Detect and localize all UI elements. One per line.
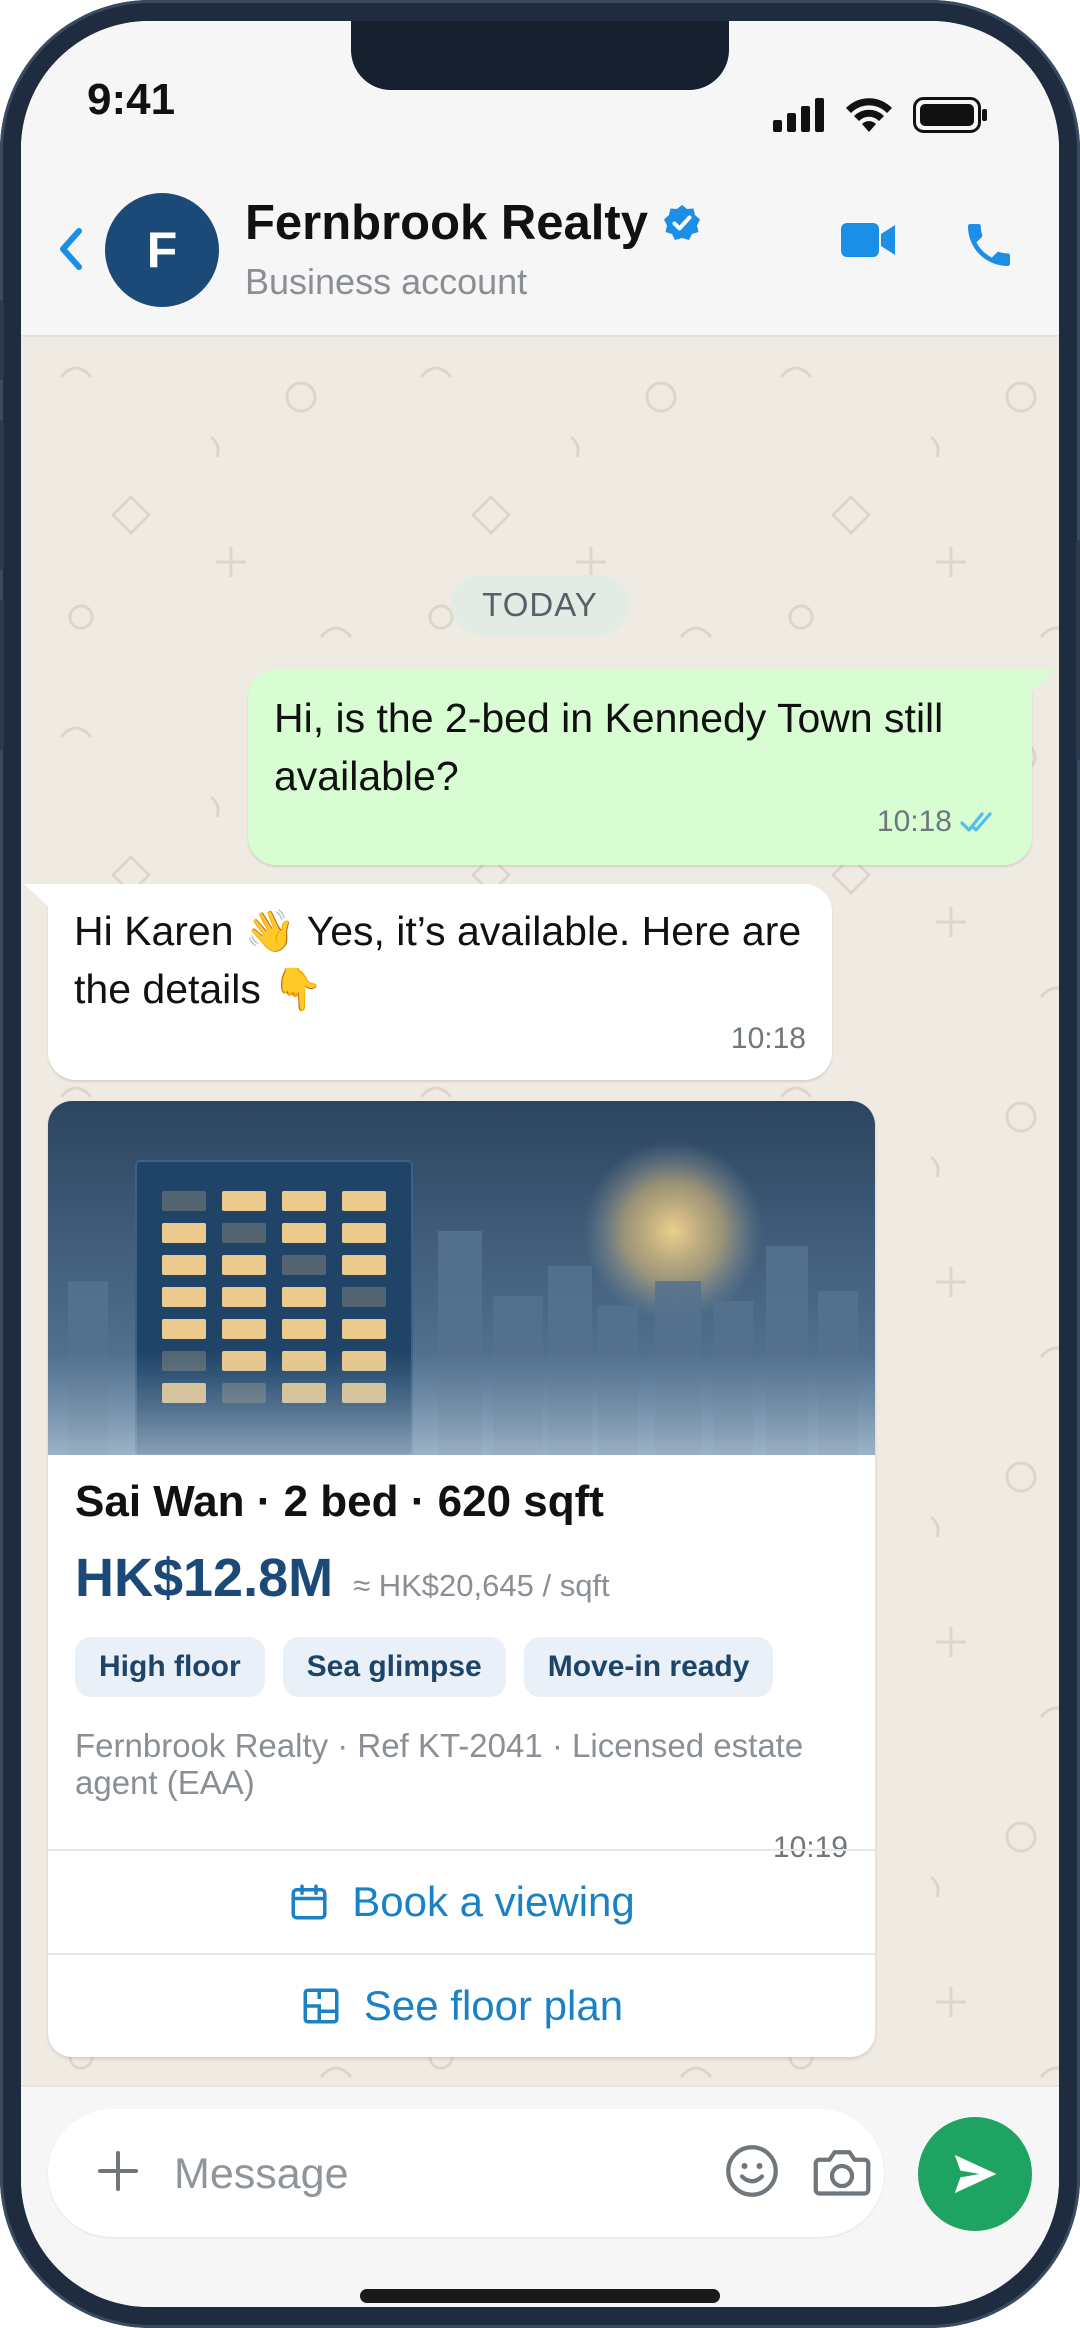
camera-icon[interactable]	[812, 2143, 872, 2199]
message-time: 10:18	[730, 1022, 806, 1055]
power-button	[1076, 540, 1080, 760]
screen: 9:41 F Fernbrook Realty Business account…	[21, 21, 1059, 2307]
listing-title: Sai Wan · 2 bed · 620 sqft	[75, 1477, 604, 1526]
outgoing-message-bubble[interactable]: Hi, is the 2-bed in Kennedy Town still a…	[248, 669, 1056, 865]
contact-name-row[interactable]: Fernbrook Realty	[245, 195, 702, 251]
listing-photo[interactable]	[48, 1101, 875, 1455]
notch	[351, 21, 729, 90]
phone-frame: 9:41 F Fernbrook Realty Business account…	[0, 0, 1080, 2328]
video-call-icon[interactable]	[841, 221, 897, 259]
listing-card[interactable]: Sai Wan · 2 bed · 620 sqft HK$12.8M ≈ HK…	[48, 1101, 875, 2057]
listing-tags: High floor Sea glimpse Move-in ready	[75, 1637, 774, 1697]
price-per-sqft: ≈ HK$20,645 / sqft	[353, 1568, 610, 1603]
listing-price: HK$12.8M	[75, 1548, 334, 1608]
wifi-icon	[846, 98, 892, 132]
plus-icon[interactable]	[92, 2145, 144, 2197]
volume-up-button	[0, 420, 4, 570]
bubble-tail	[24, 884, 50, 908]
battery-icon	[913, 97, 987, 133]
status-time: 9:41	[87, 75, 176, 124]
message-meta: 10:18	[877, 805, 998, 839]
tag-chip: Move-in ready	[523, 1637, 774, 1697]
send-button[interactable]	[918, 2117, 1032, 2231]
see-floor-plan-label: See floor plan	[363, 1982, 624, 2029]
incoming-message-bubble[interactable]: Hi Karen 👋 Yes, it’s available. Here are…	[24, 884, 832, 1080]
message-time: 10:18	[876, 805, 952, 838]
tag-chip: High floor	[75, 1637, 265, 1697]
contact-name: Fernbrook Realty	[245, 196, 648, 250]
avatar[interactable]: F	[105, 193, 219, 307]
see-floor-plan-button[interactable]: See floor plan	[48, 1953, 875, 2057]
floor-plan-icon	[303, 1988, 339, 2024]
send-icon	[954, 2154, 997, 2194]
home-indicator[interactable]	[360, 2289, 720, 2303]
message-input[interactable]	[174, 2139, 634, 2209]
voice-call-icon[interactable]	[961, 217, 1017, 273]
calendar-icon	[291, 1884, 327, 1920]
mute-switch	[0, 300, 4, 380]
back-chevron-icon[interactable]	[51, 219, 91, 279]
tag-chip: Sea glimpse	[282, 1637, 506, 1697]
status-icons	[773, 97, 989, 133]
message-meta: 10:18	[731, 1022, 806, 1056]
book-viewing-button[interactable]: Book a viewing	[48, 1849, 875, 1953]
emoji-icon[interactable]	[722, 2141, 782, 2201]
chat-header: F Fernbrook Realty Business account	[21, 161, 1059, 337]
read-receipt-icon	[960, 812, 992, 832]
message-composer	[21, 2085, 1059, 2307]
chat-area: TODAY Hi, is the 2-bed in Kennedy Town s…	[21, 337, 1059, 2085]
verified-badge-icon	[663, 205, 700, 240]
signal-icon	[773, 98, 824, 132]
book-viewing-label: Book a viewing	[352, 1878, 635, 1925]
message-input-container	[48, 2109, 884, 2237]
listing-agent-line: Fernbrook Realty · Ref KT-2041 · License…	[75, 1727, 804, 1801]
bubble-tail	[1030, 669, 1056, 693]
volume-down-button	[0, 600, 4, 750]
message-text: Hi, is the 2-bed in Kennedy Town still a…	[274, 695, 944, 799]
date-divider: TODAY	[451, 575, 629, 635]
message-text: Hi Karen 👋 Yes, it’s available. Here are…	[74, 908, 802, 1012]
listing-price-row: HK$12.8M ≈ HK$20,645 / sqft	[75, 1547, 610, 1609]
contact-subtitle: Business account	[245, 261, 528, 302]
